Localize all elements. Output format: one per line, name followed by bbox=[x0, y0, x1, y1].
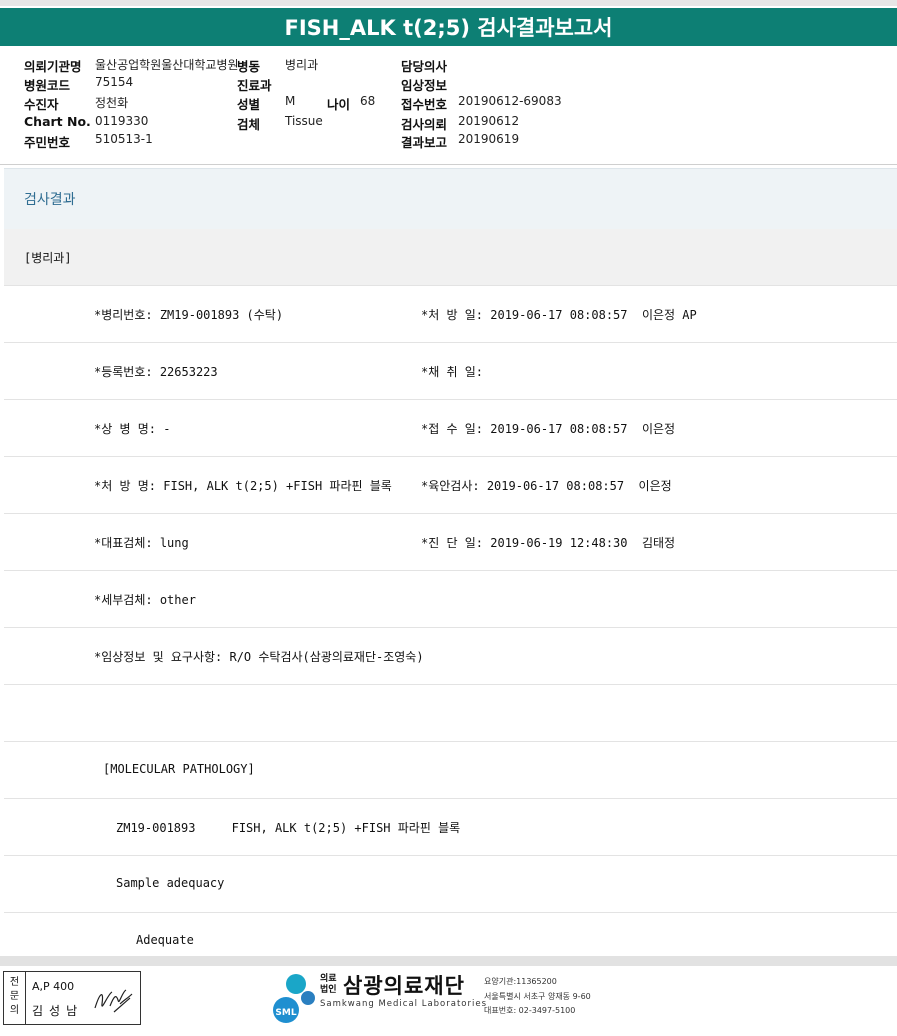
signature-icon bbox=[94, 989, 133, 1013]
result-row: *대표검체: lung *진 단 일: 2019-06-19 12:48:30 … bbox=[4, 514, 897, 571]
logo-english: Samkwang Medical Laboratories bbox=[320, 999, 488, 1009]
label-resident-no: 주민번호 bbox=[24, 135, 71, 150]
label-chart-no: Chart No. bbox=[24, 114, 91, 129]
label-doctor: 담당의사 bbox=[401, 59, 448, 74]
result-row bbox=[4, 685, 897, 742]
row-left-text: *세부검체: other bbox=[94, 593, 196, 607]
label-hospital-code: 병원코드 bbox=[24, 78, 71, 93]
label-institution: 의뢰기관명 bbox=[24, 59, 82, 74]
label-department: 진료과 bbox=[237, 78, 272, 93]
value-specimen: Tissue bbox=[285, 114, 323, 128]
logo-abbr: SML bbox=[275, 1008, 296, 1018]
contact-code: 요양기관:11365200 bbox=[484, 977, 557, 986]
value-institution: 울산공업학원울산대학교병원 bbox=[95, 58, 239, 72]
label-ward: 병동 bbox=[237, 59, 261, 74]
value-request-date: 20190612 bbox=[458, 114, 520, 128]
sml-logo-icon: SML bbox=[273, 974, 315, 1023]
contact-address: 서울특별시 서초구 양재동 9-60 bbox=[484, 992, 591, 1001]
stamp-vertical-label: 전문의 bbox=[4, 972, 26, 1024]
label-age: 나이 bbox=[327, 97, 351, 112]
value-receipt-no: 20190612-69083 bbox=[458, 94, 562, 108]
value-hospital-code: 75154 bbox=[95, 75, 134, 89]
result-row: *세부검체: other bbox=[4, 571, 897, 628]
logo-small-text: 의료 법인 bbox=[320, 974, 337, 995]
value-chart-no: 0119330 bbox=[95, 114, 149, 128]
row-left-text: [병리과] bbox=[24, 251, 72, 265]
label-patient: 수진자 bbox=[24, 97, 59, 112]
report-title: FISH_ALK t(2;5) 검사결과보고서 bbox=[0, 8, 897, 46]
label-request-date: 검사의뢰 bbox=[401, 117, 448, 132]
row-right-text: *육안검사: 2019-06-17 08:08:57 이은정 bbox=[421, 479, 672, 493]
row-right-text: *처 방 일: 2019-06-17 08:08:57 이은정 AP bbox=[421, 308, 697, 322]
label-sex: 성별 bbox=[237, 97, 261, 112]
patient-info: 의뢰기관명 울산공업학원울산대학교병원 병원코드 75154 수진자 정천화 C… bbox=[0, 52, 897, 164]
row-left-text: ZM19-001893 FISH, ALK t(2;5) +FISH 파라핀 블… bbox=[116, 821, 461, 835]
label-specimen: 검체 bbox=[237, 117, 261, 132]
row-left-text: *처 방 명: FISH, ALK t(2;5) +FISH 파라핀 블록 bbox=[94, 479, 392, 493]
result-row: *임상정보 및 요구사항: R/O 수탁검사(삼광의료재단-조영숙) bbox=[4, 628, 897, 685]
row-left-text: *상 병 명: - bbox=[94, 422, 171, 436]
result-row: [병리과] bbox=[4, 229, 897, 286]
stamp-code: A,P 400 bbox=[32, 980, 75, 993]
value-patient: 정천화 bbox=[95, 96, 129, 110]
row-left-text: *병리번호: ZM19-001893 (수탁) bbox=[94, 308, 284, 322]
value-report-date: 20190619 bbox=[458, 132, 520, 146]
bottom-divider bbox=[0, 956, 897, 966]
result-row: *등록번호: 22653223 *채 취 일: bbox=[4, 343, 897, 400]
row-right-text: *진 단 일: 2019-06-19 12:48:30 김태정 bbox=[421, 536, 676, 550]
info-divider bbox=[0, 164, 897, 165]
value-age: 68 bbox=[360, 94, 376, 108]
result-row: ZM19-001893 FISH, ALK t(2;5) +FISH 파라핀 블… bbox=[4, 799, 897, 856]
logo-name: 삼광의료재단 bbox=[343, 974, 465, 998]
label-clinical-info: 임상정보 bbox=[401, 78, 448, 93]
report-footer: 전문의 A,P 400 김성남 SML 의료 법인 삼광의료재단 Samkwan… bbox=[0, 966, 897, 1036]
value-resident-no: 510513-1 bbox=[95, 132, 153, 146]
section-title: 검사결과 bbox=[24, 192, 76, 208]
result-row: *병리번호: ZM19-001893 (수탁) *처 방 일: 2019-06-… bbox=[4, 286, 897, 343]
row-left-text: *임상정보 및 요구사항: R/O 수탁검사(삼광의료재단-조영숙) bbox=[94, 650, 424, 664]
value-sex: M bbox=[285, 94, 296, 108]
row-left-text: [MOLECULAR PATHOLOGY] bbox=[103, 762, 255, 776]
row-left-text: Sample adequacy bbox=[116, 876, 225, 890]
label-report-date: 결과보고 bbox=[401, 135, 448, 150]
row-left-text: *대표검체: lung bbox=[94, 536, 189, 550]
pathologist-stamp: 전문의 A,P 400 김성남 bbox=[3, 971, 141, 1025]
label-receipt-no: 접수번호 bbox=[401, 97, 448, 112]
row-right-text: *접 수 일: 2019-06-17 08:08:57 이은정 bbox=[421, 422, 676, 436]
stamp-name: 김성남 bbox=[32, 1004, 84, 1018]
row-left-text: *등록번호: 22653223 bbox=[94, 365, 218, 379]
result-row: [MOLECULAR PATHOLOGY] bbox=[4, 742, 897, 799]
result-row: *처 방 명: FISH, ALK t(2;5) +FISH 파라핀 블록 *육… bbox=[4, 457, 897, 514]
section-header: 검사결과 bbox=[4, 168, 897, 229]
value-ward: 병리과 bbox=[285, 58, 319, 72]
contact-phone: 대표번호: 02-3497-5100 bbox=[484, 1006, 576, 1015]
top-border bbox=[0, 0, 897, 6]
row-left-text: Adequate bbox=[136, 933, 194, 947]
result-row: Sample adequacy bbox=[4, 856, 897, 913]
result-row: *상 병 명: - *접 수 일: 2019-06-17 08:08:57 이은… bbox=[4, 400, 897, 457]
result-content: [병리과] *병리번호: ZM19-001893 (수탁) *처 방 일: 20… bbox=[4, 229, 897, 956]
row-right-text: *채 취 일: bbox=[421, 365, 484, 379]
